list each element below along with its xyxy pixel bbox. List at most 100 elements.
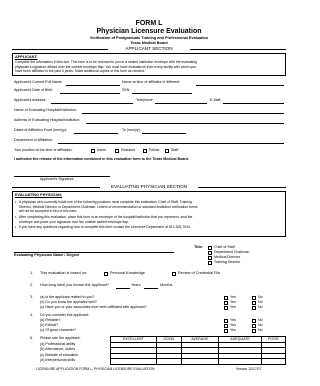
question-number: 3. <box>30 295 33 299</box>
question-number: 4. <box>30 313 33 317</box>
position-resident-checkbox[interactable] <box>115 149 119 153</box>
question-4c: (c) Of good character? <box>40 328 76 332</box>
q3b-yes-checkbox[interactable] <box>224 301 228 305</box>
rating-cell[interactable] <box>110 358 157 365</box>
personal-knowledge-label: Personal Knowledge <box>110 271 145 275</box>
q4b-yes-checkbox[interactable] <box>224 324 228 328</box>
months-label: Months <box>160 283 173 287</box>
q4a-yes-checkbox[interactable] <box>224 319 228 323</box>
title-training-director-checkbox[interactable] <box>208 261 212 265</box>
address-field[interactable] <box>51 103 133 104</box>
rating-cell[interactable] <box>218 358 262 365</box>
section-rule-right <box>198 187 286 188</box>
position-fellow-checkbox[interactable] <box>143 149 147 153</box>
question-5-text: Please rate the applicant: <box>40 336 81 340</box>
bullet-dot: • <box>15 225 17 229</box>
question-number: 2. <box>30 283 34 287</box>
bullet-line: After completing this evaluation, place … <box>19 215 193 219</box>
rating-row-interpersonal <box>110 358 287 365</box>
years-field[interactable] <box>116 288 130 289</box>
signature-label: Applicant's Signature <box>40 177 74 181</box>
form-page: FORM L Physician Licensure Evaluation Ve… <box>0 0 298 386</box>
hospital-label: Name of Evaluating Hospital/Institution: <box>14 108 77 112</box>
email-label: E-Mail: <box>210 98 222 102</box>
form-title: Physician Licensure Evaluation <box>96 28 202 35</box>
yes-label: Yes <box>230 305 236 309</box>
question-2-text: How long have you known the applicant? <box>40 283 110 287</box>
q3a-yes-checkbox[interactable] <box>224 296 228 300</box>
q4c-no-checkbox[interactable] <box>252 329 256 333</box>
q4b-no-checkbox[interactable] <box>252 324 256 328</box>
q3b-no-checkbox[interactable] <box>252 301 256 305</box>
no-label: No <box>258 305 263 309</box>
hospital-address-label: Address of Evaluating Hospital/Instituti… <box>14 118 81 122</box>
no-label: No <box>258 328 263 332</box>
other-name-field[interactable] <box>196 85 284 86</box>
question-5a: (a) Professional ability <box>40 341 76 346</box>
address-label: Applicant's Address: <box>14 98 47 102</box>
hospital-address-field[interactable] <box>86 123 284 124</box>
yes-label: Yes <box>230 328 236 332</box>
question-1-text: This evaluation is based on: <box>40 271 88 275</box>
q3c-yes-checkbox[interactable] <box>224 306 228 310</box>
question-number: 1. <box>30 271 34 275</box>
title-option: Training Director <box>214 260 241 264</box>
dates-label: Dates of Affiliation From (mm/yy): <box>14 128 68 132</box>
position-intern-label: Intern <box>97 148 107 152</box>
dob-label: Applicant's Date of Birth: <box>14 88 54 92</box>
instruction-line: Complete the information in this box. Th… <box>15 60 198 64</box>
q4c-yes-checkbox[interactable] <box>224 329 228 333</box>
email-field[interactable] <box>223 103 284 104</box>
question-5b: (b) Attendance, duties <box>40 347 75 351</box>
title-chief-checkbox[interactable] <box>208 246 212 250</box>
title-label: Title: <box>194 245 204 249</box>
question-3c: (c) Have you or your associates ever bee… <box>40 305 147 309</box>
telephone-label: Telephone: <box>136 98 154 102</box>
years-label: Years <box>131 283 141 287</box>
question-5d: (d) Interpersonal skills <box>40 358 76 362</box>
title-medical-director-checkbox[interactable] <box>208 256 212 260</box>
evaluating-instructions-box: EVALUATING PHYSICIAN: • A physician who … <box>12 191 286 237</box>
ssn-field[interactable] <box>132 93 192 94</box>
q4a-no-checkbox[interactable] <box>252 319 256 323</box>
rating-cell[interactable] <box>260 358 287 365</box>
q3a-no-checkbox[interactable] <box>252 296 256 300</box>
evaluating-box-title: EVALUATING PHYSICIAN: <box>15 193 63 197</box>
position-staff-checkbox[interactable] <box>165 149 169 153</box>
hospital-field[interactable] <box>82 113 284 114</box>
department-field[interactable] <box>58 143 284 144</box>
applicant-instructions-box: APPLICANT: Complete the information in t… <box>12 53 286 76</box>
dob-field[interactable] <box>60 93 120 94</box>
rating-cell[interactable] <box>180 358 220 365</box>
footer-form-title: LICENSURE APPLICATION FORM L, PHYSICIAN … <box>36 367 155 371</box>
bullet-dot: • <box>15 215 17 219</box>
instruction-line: have been affiliated in the past 5 years… <box>15 69 145 73</box>
position-intern-checkbox[interactable] <box>91 149 95 153</box>
other-name-label: Name at time of affiliation if different… <box>122 80 181 84</box>
bullet-line: A physician who currently holds one of t… <box>19 200 192 204</box>
personal-knowledge-checkbox[interactable] <box>104 272 108 276</box>
date-from-field[interactable] <box>74 133 118 134</box>
rating-cell[interactable] <box>155 358 182 365</box>
telephone-field[interactable] <box>155 103 207 104</box>
question-5c: (c) Breadth of education <box>40 352 79 357</box>
credential-file-checkbox[interactable] <box>172 272 176 276</box>
title-chairman-checkbox[interactable] <box>208 251 212 255</box>
ssn-label: SSN: <box>122 88 131 92</box>
physician-name-label: Evaluating Physician Name / Degree <box>14 253 80 257</box>
position-staff-label: Staff <box>171 148 179 152</box>
position-label: Your position at the time of affiliation… <box>14 148 73 152</box>
credential-file-label: Review of Credential File <box>178 271 221 275</box>
date-to-field[interactable] <box>142 133 186 134</box>
full-name-field[interactable] <box>66 85 120 86</box>
release-statement: I authorize the release of the informati… <box>14 157 189 161</box>
form-number: FORM L <box>135 20 163 27</box>
date-to-label: To (mm/yy): <box>122 128 141 132</box>
rating-table: EXCELLENT GOOD AVERAGE ADEQUATE POOR <box>110 336 287 365</box>
position-fellow-label: Fellow <box>149 148 160 152</box>
months-field[interactable] <box>144 288 158 289</box>
position-resident-label: Resident <box>121 148 136 152</box>
section-rule-right <box>190 49 286 50</box>
q3c-no-checkbox[interactable] <box>252 306 256 310</box>
footer-version: Version 12/17/07 <box>236 367 262 371</box>
